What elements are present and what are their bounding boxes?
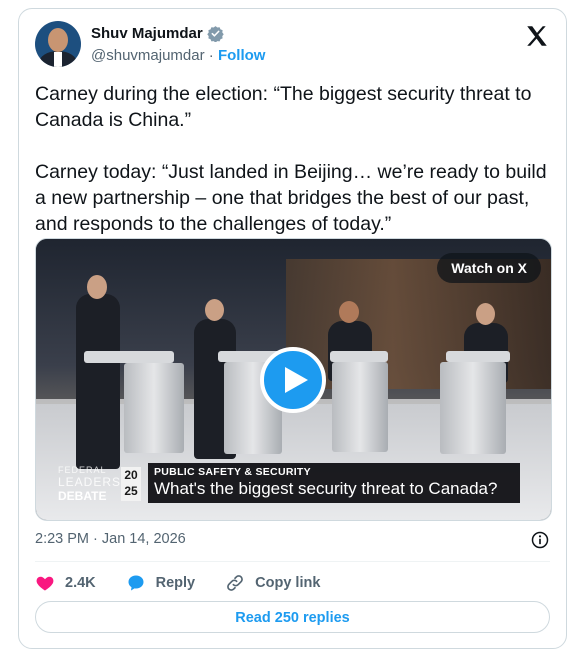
podium-top xyxy=(446,351,510,362)
podium xyxy=(124,363,184,453)
podium xyxy=(332,362,388,452)
candidate-head xyxy=(87,275,107,299)
copy-link-button[interactable]: Copy link xyxy=(225,573,320,593)
divider xyxy=(35,561,550,562)
info-icon[interactable] xyxy=(530,530,550,550)
chyron-text: What's the biggest security threat to Ca… xyxy=(154,479,498,498)
podium xyxy=(440,362,506,454)
watch-on-x-button[interactable]: Watch on X xyxy=(437,253,541,283)
follow-button[interactable]: Follow xyxy=(218,47,266,64)
like-button[interactable]: 2.4K xyxy=(35,573,96,593)
action-bar: 2.4K Reply Copy link xyxy=(35,571,350,595)
tweet-card: Shuv Majumdar @shuvmajumdar · Follow Car… xyxy=(18,8,567,649)
reply-label: Reply xyxy=(155,575,196,591)
play-button[interactable] xyxy=(260,347,326,413)
tweet-paragraph: Carney today: “Just landed in Beijing… w… xyxy=(35,161,547,235)
video-player[interactable]: Watch on X FEDERAL LEADERS DEBATE 20 25 … xyxy=(35,238,552,521)
candidate-head xyxy=(205,299,224,321)
author-name-row: Shuv Majumdar xyxy=(91,25,224,42)
tweet-text: Carney during the election: “The biggest… xyxy=(35,81,555,263)
debate-year-top: 20 xyxy=(124,468,138,482)
link-icon xyxy=(227,575,244,591)
like-count: 2.4K xyxy=(65,575,96,591)
avatar[interactable] xyxy=(35,21,81,67)
author-name[interactable]: Shuv Majumdar xyxy=(91,25,203,42)
chyron: PUBLIC SAFETY & SECURITY What's the bigg… xyxy=(148,463,520,503)
podium-top xyxy=(84,351,174,363)
debate-year-bottom: 25 xyxy=(124,484,138,498)
play-icon xyxy=(285,367,308,393)
tweet-paragraph: Carney during the election: “The biggest… xyxy=(35,83,532,131)
reply-button[interactable]: Reply xyxy=(126,573,196,593)
chyron-tag: PUBLIC SAFETY & SECURITY xyxy=(154,466,311,478)
read-replies-button[interactable]: Read 250 replies xyxy=(35,601,550,633)
tweet-timestamp[interactable]: 2:23 PM · Jan 14, 2026 xyxy=(35,531,186,547)
author-handle-row: @shuvmajumdar · Follow xyxy=(91,47,265,64)
tweet-header: Shuv Majumdar @shuvmajumdar · Follow xyxy=(35,21,550,69)
handle-separator: · xyxy=(208,47,214,64)
candidate-figure xyxy=(76,294,120,469)
candidate-head xyxy=(339,301,359,323)
podium-top xyxy=(330,351,388,362)
copy-link-label: Copy link xyxy=(255,575,321,591)
author-handle[interactable]: @shuvmajumdar xyxy=(91,47,205,64)
debate-logo-year: 20 25 xyxy=(121,467,141,501)
x-logo-icon[interactable] xyxy=(524,23,550,49)
heart-icon xyxy=(36,576,54,591)
reply-bubble-icon xyxy=(128,575,144,591)
verified-badge-icon xyxy=(206,26,224,42)
candidate-head xyxy=(476,303,495,325)
